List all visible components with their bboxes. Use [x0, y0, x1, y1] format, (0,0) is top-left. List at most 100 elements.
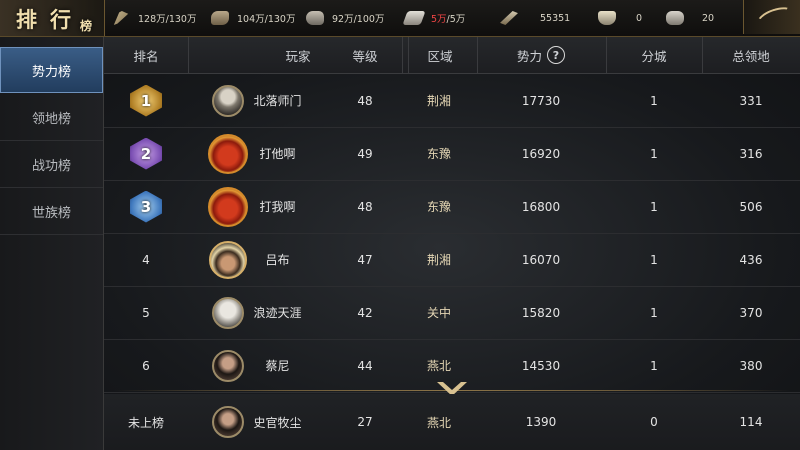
title-char-3: 榜: [80, 19, 93, 33]
branch-count: 1: [650, 146, 658, 161]
region: 荆湘: [426, 253, 451, 267]
resource-stone: 92万/100万: [306, 0, 384, 36]
iron-value-cap: /5万: [446, 14, 466, 25]
region: 荆湘: [426, 94, 451, 108]
territory-count: 506: [739, 199, 763, 214]
territory-count: 316: [739, 146, 763, 161]
stone-icon: [306, 11, 324, 25]
branch-count: 1: [650, 252, 658, 267]
table-row[interactable]: 2 打他啊 49 东豫 16920 1 316: [104, 127, 800, 181]
copper-value: 0: [636, 12, 643, 24]
tab-territory[interactable]: 领地榜: [0, 94, 103, 141]
self-power: 1390: [525, 415, 557, 429]
table-row[interactable]: 1 北落师门 48 荆湘 17730 1 331: [104, 74, 800, 128]
top-resource-bar: 排 行 榜 128万/130万 104万/130万 92万/100万 5万/5万…: [0, 0, 800, 37]
self-branch-count: 0: [650, 415, 658, 429]
ranking-tabs: 势力榜 领地榜 战功榜 世族榜: [0, 37, 104, 450]
page-title: 排 行 榜: [0, 0, 105, 36]
order-icon: [500, 11, 518, 25]
branch-count: 1: [650, 199, 658, 214]
rank-number: 6: [142, 358, 150, 373]
table-row[interactable]: 5 浪迹天涯 42 关中 15820 1 370: [104, 286, 800, 340]
help-icon[interactable]: ?: [547, 46, 565, 64]
rank-cell: 2: [104, 127, 188, 180]
wood-value: 104万/130万: [237, 14, 296, 25]
player-name[interactable]: 打他啊: [240, 127, 315, 180]
level: 49: [357, 146, 373, 161]
player-name[interactable]: 打我啊: [240, 180, 315, 233]
rank-cell: 3: [104, 180, 188, 233]
region: 东豫: [426, 147, 451, 161]
level: 42: [357, 305, 373, 320]
resource-iron: 5万/5万: [402, 0, 466, 36]
self-rank: 未上榜: [127, 415, 164, 430]
branch-count: 1: [650, 305, 658, 320]
rank-number: 4: [142, 252, 150, 267]
player-name[interactable]: 浪迹天涯: [240, 286, 315, 339]
header-power: 势力 ?: [476, 37, 607, 73]
territory-count: 370: [739, 305, 763, 320]
header-power-label: 势力: [516, 48, 542, 64]
order-value: 55351: [540, 12, 571, 24]
table-row[interactable]: 3 打我啊 48 东豫 16800 1 506: [104, 180, 800, 234]
jade-value: 20: [702, 12, 715, 24]
player-name[interactable]: 北落师门: [240, 74, 315, 127]
power: 16800: [521, 199, 561, 214]
branch-count: 1: [650, 358, 658, 373]
region: 关中: [426, 306, 451, 320]
level: 44: [357, 358, 373, 373]
territory-count: 436: [739, 252, 763, 267]
level: 48: [357, 93, 373, 108]
header-spacer: [330, 37, 403, 73]
copper-icon: [598, 11, 616, 25]
table-row[interactable]: 4 吕布 47 荆湘 16070 1 436: [104, 233, 800, 287]
title-char-2: 行: [50, 7, 71, 32]
power: 17730: [521, 93, 561, 108]
player-name[interactable]: 蔡尼: [240, 339, 315, 392]
ranking-table: 排名 玩家 等级 区域 势力 ? 分城 总领地 1 北落师门 48 荆湘 177…: [104, 37, 800, 450]
self-region: 燕北: [426, 415, 451, 430]
grain-value: 128万/130万: [138, 14, 197, 25]
iron-value-current: 5万: [431, 14, 447, 25]
rank-number: 5: [142, 305, 150, 320]
level: 47: [357, 252, 373, 267]
territory-count: 380: [739, 358, 763, 373]
back-button[interactable]: [743, 0, 800, 34]
header-region: 区域: [402, 37, 478, 73]
resource-wood: 104万/130万: [211, 0, 295, 36]
header-territory: 总领地: [732, 48, 770, 64]
power: 15820: [521, 305, 561, 320]
self-territory-count: 114: [739, 415, 763, 429]
header-branch: 分城: [606, 37, 703, 73]
tab-power[interactable]: 势力榜: [0, 47, 103, 93]
title-char-1: 排: [16, 7, 37, 32]
resource-order: 55351: [500, 0, 570, 36]
player-name[interactable]: 吕布: [240, 233, 315, 286]
level: 48: [357, 199, 373, 214]
region: 东豫: [426, 200, 451, 214]
wheat-icon: [113, 11, 129, 25]
self-rank-row[interactable]: 未上榜 史官牧尘 27 燕北 1390 0 114: [104, 394, 800, 450]
table-header: 排名 玩家 等级 区域 势力 ? 分城 总领地: [104, 37, 800, 74]
jade-icon: [666, 11, 684, 25]
wood-icon: [211, 11, 229, 25]
blue-medal-icon: 3: [130, 190, 162, 223]
self-name[interactable]: 史官牧尘: [240, 394, 315, 450]
tab-clan[interactable]: 世族榜: [0, 188, 103, 235]
resource-jade: 20: [666, 0, 714, 36]
tab-merit[interactable]: 战功榜: [0, 141, 103, 188]
iron-icon: [402, 11, 426, 25]
resource-grain: 128万/130万: [112, 0, 196, 36]
resource-copper: 0: [598, 0, 642, 36]
power: 14530: [521, 358, 561, 373]
stone-value: 92万/100万: [332, 14, 385, 25]
power: 16070: [521, 252, 561, 267]
self-level: 27: [357, 415, 373, 429]
rank-cell: 1: [104, 74, 188, 127]
power: 16920: [521, 146, 561, 161]
header-rank: 排名: [104, 37, 189, 73]
purple-medal-icon: 2: [130, 137, 162, 170]
territory-count: 331: [739, 93, 763, 108]
branch-count: 1: [650, 93, 658, 108]
gold-medal-icon: 1: [130, 84, 162, 117]
